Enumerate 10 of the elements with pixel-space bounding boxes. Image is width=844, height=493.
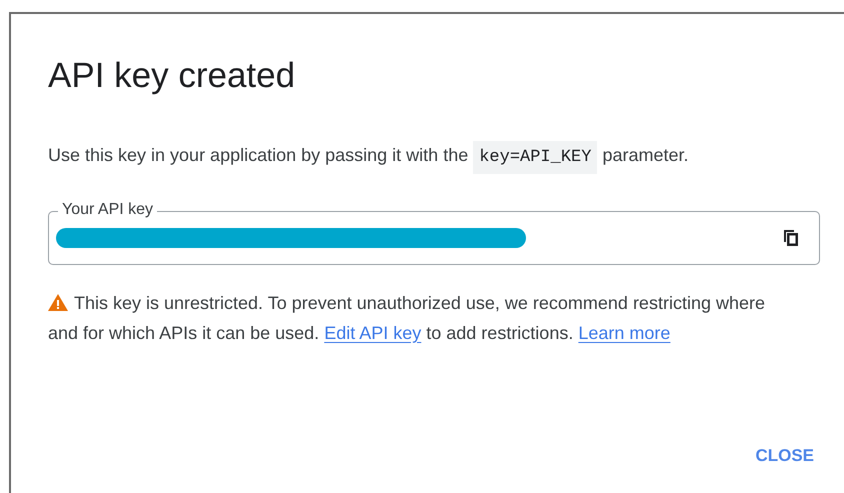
close-button[interactable]: CLOSE (749, 439, 820, 472)
copy-icon[interactable] (783, 229, 799, 247)
warning-text: This key is unrestricted. To prevent unauthorized use, we recommend restricting where and for which APIs it can be used. Edit API key to add restrictions. Learn more (48, 292, 766, 345)
field-label: Your API key (58, 200, 158, 220)
warning-icon (48, 294, 68, 311)
dialog-title: API key created (48, 58, 296, 94)
text-link[interactable]: Learn more (578, 323, 670, 343)
code-snippet: key=API_KEY (473, 141, 598, 174)
text-link[interactable]: Edit API key (324, 323, 422, 343)
description-text: Use this key in your application by passing it with the key=API_KEY parameter. (48, 137, 688, 176)
